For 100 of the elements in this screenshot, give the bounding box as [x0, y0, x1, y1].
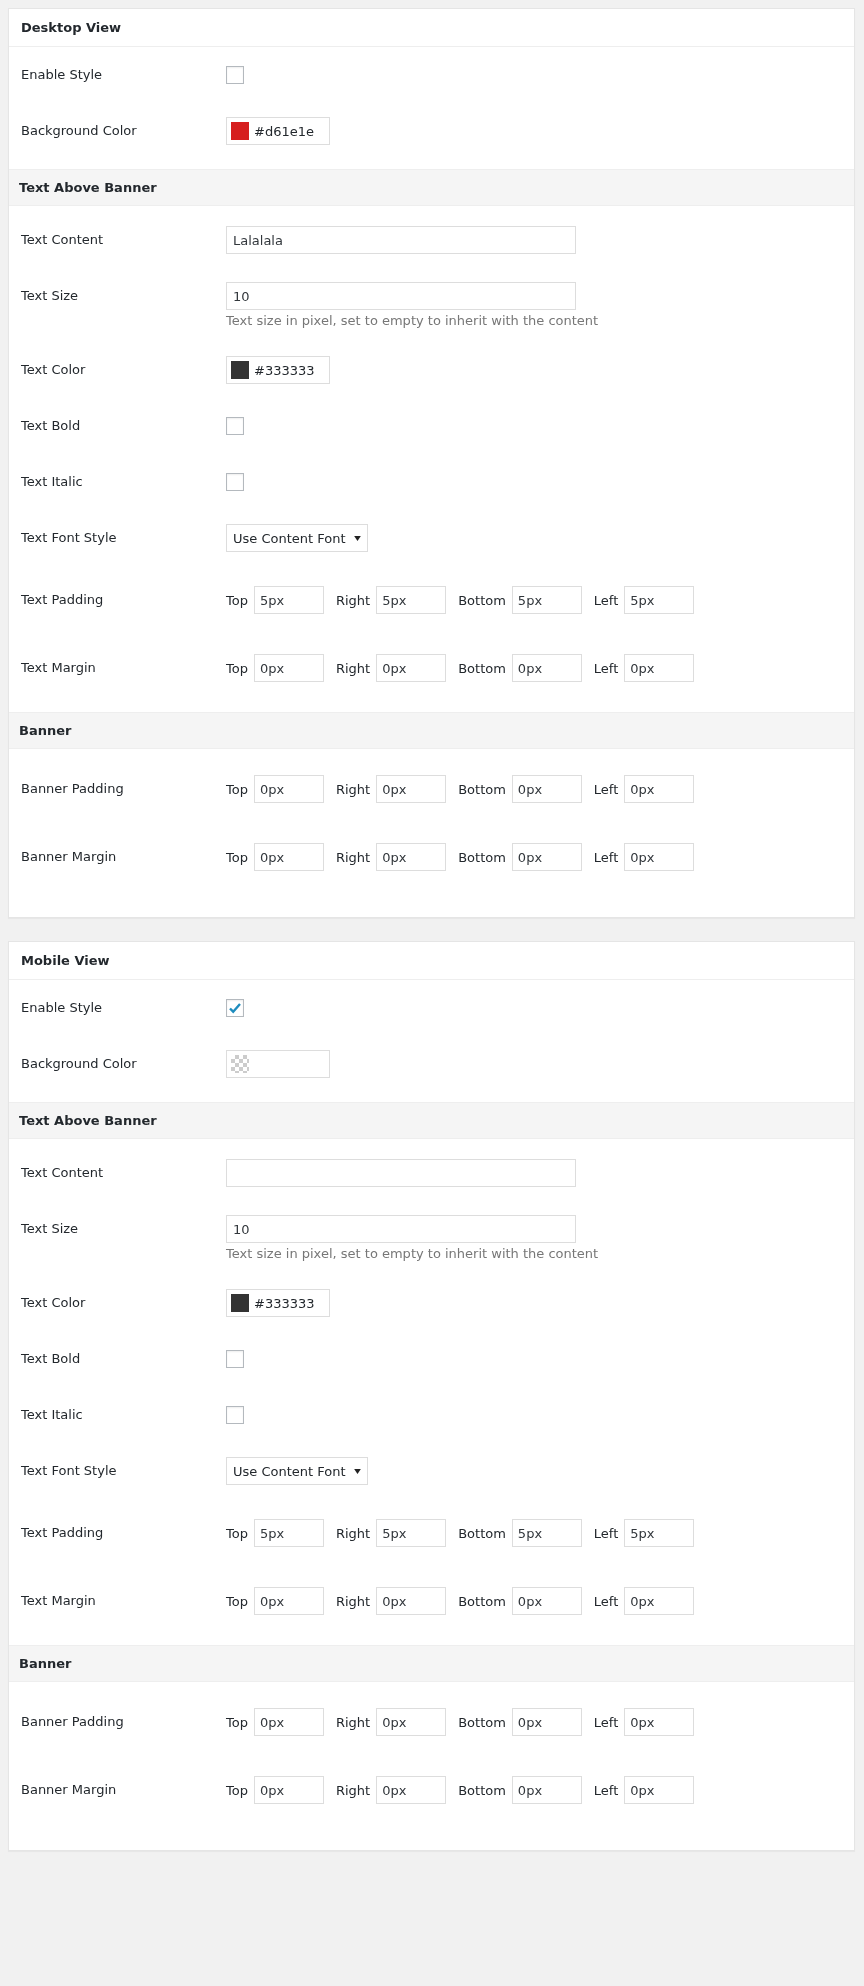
- panel-title: Mobile View: [9, 942, 854, 980]
- field-label: Text Color: [21, 1294, 87, 1312]
- side-label: Left: [593, 849, 619, 865]
- side-label: Top: [226, 592, 248, 608]
- side-label: Right: [335, 592, 371, 608]
- side-label: Top: [226, 1525, 248, 1541]
- spacing-input[interactable]: 0px: [376, 843, 447, 871]
- field-label: Banner Margin: [21, 848, 118, 866]
- spacing-input[interactable]: 0px: [624, 843, 695, 871]
- side-label: Left: [593, 1714, 619, 1730]
- side-label: Bottom: [458, 1525, 506, 1541]
- spacing-input[interactable]: 0px: [376, 1776, 447, 1804]
- spacing-input[interactable]: 0px: [624, 1776, 695, 1804]
- field-label: Text Italic: [21, 473, 84, 491]
- text-input[interactable]: [226, 1159, 576, 1187]
- spacing-input[interactable]: 0px: [253, 1587, 324, 1615]
- spacing-input[interactable]: 0px: [511, 654, 582, 682]
- checkbox[interactable]: [226, 1406, 244, 1424]
- field-label: Text Content: [21, 231, 105, 249]
- field-label: Enable Style: [21, 66, 104, 84]
- spacing-input[interactable]: 5px: [376, 586, 447, 614]
- spacing-input[interactable]: 0px: [376, 775, 447, 803]
- panel-title: Desktop View: [9, 9, 854, 47]
- font-style-dropdown[interactable]: Use Content Font: [226, 1457, 368, 1485]
- font-style-dropdown[interactable]: Use Content Font: [226, 524, 368, 552]
- side-label: Right: [335, 1714, 371, 1730]
- section-header: Text Above Banner: [9, 1102, 854, 1139]
- help-text: Text size in pixel, set to empty to inherit with the content: [226, 1246, 599, 1261]
- side-label: Right: [335, 849, 371, 865]
- text-input[interactable]: 10: [226, 282, 576, 310]
- spacing-input[interactable]: 5px: [376, 1519, 447, 1547]
- side-label: Right: [335, 1593, 371, 1609]
- side-label: Left: [593, 1593, 619, 1609]
- checkbox[interactable]: [226, 1350, 244, 1368]
- field-label: Text Bold: [21, 1350, 82, 1368]
- spacing-input[interactable]: 5px: [624, 586, 695, 614]
- field-label: Text Font Style: [21, 1462, 118, 1480]
- field-label: Text Size: [21, 1220, 80, 1238]
- color-picker-field[interactable]: #333333: [226, 356, 330, 384]
- field-label: Background Color: [21, 122, 138, 140]
- color-picker-field[interactable]: [226, 1050, 330, 1078]
- side-label: Right: [335, 1782, 371, 1798]
- field-label: Text Italic: [21, 1406, 84, 1424]
- spacing-input[interactable]: 0px: [624, 1708, 695, 1736]
- spacing-input[interactable]: 5px: [511, 586, 582, 614]
- side-label: Left: [593, 1525, 619, 1541]
- spacing-input[interactable]: 0px: [511, 843, 582, 871]
- spacing-input[interactable]: 0px: [624, 1587, 695, 1615]
- color-picker-field[interactable]: #d61e1e: [226, 117, 330, 145]
- spacing-input[interactable]: 0px: [376, 654, 447, 682]
- spacing-input[interactable]: 5px: [511, 1519, 582, 1547]
- spacing-input[interactable]: 0px: [376, 1708, 447, 1736]
- side-label: Left: [593, 781, 619, 797]
- checkbox[interactable]: [226, 473, 244, 491]
- spacing-input[interactable]: 0px: [253, 843, 324, 871]
- spacing-input[interactable]: 5px: [253, 586, 324, 614]
- side-label: Right: [335, 1525, 371, 1541]
- side-label: Left: [593, 592, 619, 608]
- side-label: Top: [226, 849, 248, 865]
- spacing-input[interactable]: 0px: [511, 775, 582, 803]
- text-input[interactable]: 10: [226, 1215, 576, 1243]
- checkbox[interactable]: [226, 999, 244, 1017]
- checkbox[interactable]: [226, 417, 244, 435]
- side-label: Right: [335, 781, 371, 797]
- side-label: Left: [593, 1782, 619, 1798]
- field-label: Banner Padding: [21, 1713, 125, 1731]
- side-label: Top: [226, 1782, 248, 1798]
- field-label: Background Color: [21, 1055, 138, 1073]
- field-label: Text Margin: [21, 659, 97, 677]
- spacing-input[interactable]: 0px: [624, 654, 695, 682]
- spacing-input[interactable]: 0px: [511, 1587, 582, 1615]
- field-label: Text Padding: [21, 1524, 105, 1542]
- side-label: Top: [226, 1593, 248, 1609]
- spacing-input[interactable]: 5px: [253, 1519, 324, 1547]
- field-label: Text Margin: [21, 1592, 97, 1610]
- field-label: Banner Margin: [21, 1781, 118, 1799]
- field-label: Text Font Style: [21, 529, 118, 547]
- side-label: Left: [593, 660, 619, 676]
- side-label: Bottom: [458, 1714, 506, 1730]
- spacing-input[interactable]: 0px: [376, 1587, 447, 1615]
- text-input[interactable]: Lalalala: [226, 226, 576, 254]
- spacing-input[interactable]: 0px: [624, 775, 695, 803]
- field-label: Text Content: [21, 1164, 105, 1182]
- spacing-input[interactable]: 5px: [624, 1519, 695, 1547]
- field-label: Banner Padding: [21, 780, 125, 798]
- side-label: Top: [226, 660, 248, 676]
- checkbox[interactable]: [226, 66, 244, 84]
- side-label: Bottom: [458, 1782, 506, 1798]
- side-label: Bottom: [458, 849, 506, 865]
- spacing-input[interactable]: 0px: [253, 1708, 324, 1736]
- side-label: Bottom: [458, 1593, 506, 1609]
- spacing-input[interactable]: 0px: [511, 1776, 582, 1804]
- spacing-input[interactable]: 0px: [511, 1708, 582, 1736]
- field-label: Text Padding: [21, 591, 105, 609]
- color-picker-field[interactable]: #333333: [226, 1289, 330, 1317]
- spacing-input[interactable]: 0px: [253, 1776, 324, 1804]
- spacing-input[interactable]: 0px: [253, 654, 324, 682]
- side-label: Bottom: [458, 660, 506, 676]
- spacing-input[interactable]: 0px: [253, 775, 324, 803]
- section-header: Text Above Banner: [9, 169, 854, 206]
